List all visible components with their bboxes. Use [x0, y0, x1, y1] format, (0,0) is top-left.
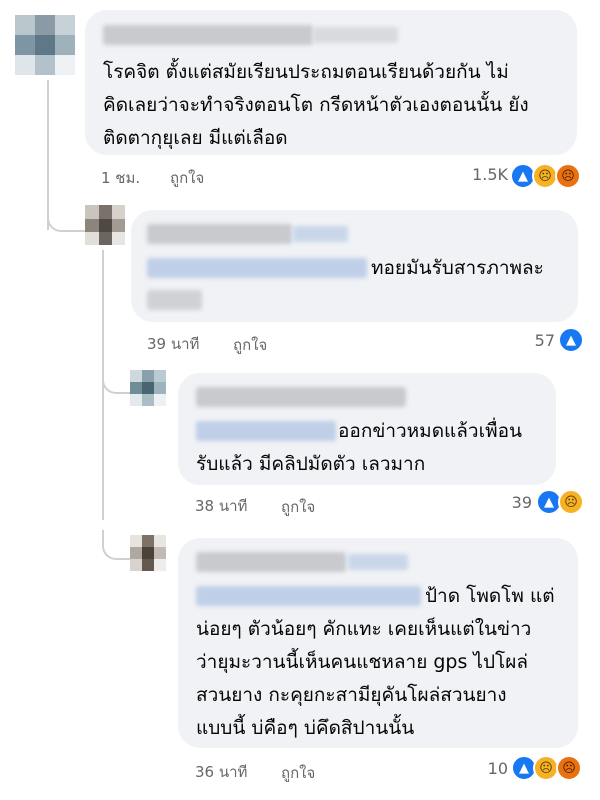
angry-icon[interactable]: ☹	[555, 163, 581, 189]
avatar[interactable]	[130, 370, 166, 406]
avatar[interactable]	[85, 205, 125, 245]
tagged-name-blurred[interactable]	[196, 421, 336, 441]
comment-timestamp[interactable]: 39 นาที	[147, 332, 199, 356]
angry-icon[interactable]: ☹	[556, 755, 582, 781]
comment-timestamp[interactable]: 1 ชม.	[101, 166, 140, 190]
comment-text: โรคจิต ตั้งแต่สมัยเรียนประถมตอนเรียนด้วย…	[103, 61, 509, 83]
like-icon[interactable]: ▲	[558, 327, 584, 353]
reaction-count[interactable]: 1.5K	[460, 165, 508, 184]
tagged-name-blurred[interactable]	[196, 586, 421, 606]
comment-text: รับแล้ว มีคลิปมัดตัว เลวมาก	[196, 453, 426, 475]
commenter-name-blurred[interactable]	[147, 224, 292, 244]
commenter-name-blurred[interactable]	[103, 25, 313, 45]
thread-connector-reply-1	[47, 200, 89, 232]
comment-text: ป้าด โพดโพ แต่	[425, 585, 555, 607]
comment-bubble: ทอยมันรับสารภาพละ	[131, 210, 578, 322]
reaction-count[interactable]: 39	[480, 493, 532, 512]
avatar[interactable]	[15, 15, 75, 75]
reaction-count[interactable]: 57	[510, 331, 555, 350]
comment-bubble: ออกข่าวหมดแล้วเพื่อน รับแล้ว มีคลิปมัดตั…	[178, 373, 556, 485]
like-button[interactable]: ถูกใจ	[281, 495, 315, 519]
comment-text: แบบนี้ บ่คือๆ บ่คึดสิปานนั้น	[196, 717, 415, 739]
like-button[interactable]: ถูกใจ	[281, 761, 315, 785]
comment-bubble: ป้าด โพดโพ แต่ น่อยๆ ตัวน้อยๆ คักแทะ เคย…	[178, 538, 578, 748]
like-button[interactable]: ถูกใจ	[170, 166, 204, 190]
tagged-name-blurred[interactable]	[147, 258, 367, 278]
comment-text: สวนยาง กะคุยกะสามียุคันโผล่สวนยาง	[196, 684, 507, 706]
like-button[interactable]: ถูกใจ	[233, 333, 267, 357]
comment-bubble: โรคจิต ตั้งแต่สมัยเรียนประถมตอนเรียนด้วย…	[85, 10, 577, 155]
comment-text: ติดตากุยุเลย มีแต่เลือด	[103, 127, 288, 149]
comment-timestamp[interactable]: 38 นาที	[195, 494, 247, 518]
comment-text: ว่ายุมะวานนี้เห็นคนแชหลาย gps ไปโผล่	[196, 651, 529, 673]
commenter-name-blurred[interactable]	[196, 552, 346, 572]
commenter-name-blurred[interactable]	[196, 387, 406, 407]
comment-text: คิดเลยว่าจะทำจริงตอนโต กรีดหน้าตัวเองตอน…	[103, 94, 529, 116]
avatar[interactable]	[130, 535, 166, 571]
comment-text: ออกข่าวหมดแล้วเพื่อน	[338, 420, 523, 442]
sad-icon[interactable]: ☹	[558, 489, 584, 515]
comment-text: ทอยมันรับสารภาพละ	[371, 257, 544, 279]
comment-text: น่อยๆ ตัวน้อยๆ คักแทะ เคยเห็นแต่ในข่าว	[196, 618, 532, 640]
comment-timestamp[interactable]: 36 นาที	[195, 760, 247, 784]
reaction-count[interactable]: 10	[460, 759, 508, 778]
